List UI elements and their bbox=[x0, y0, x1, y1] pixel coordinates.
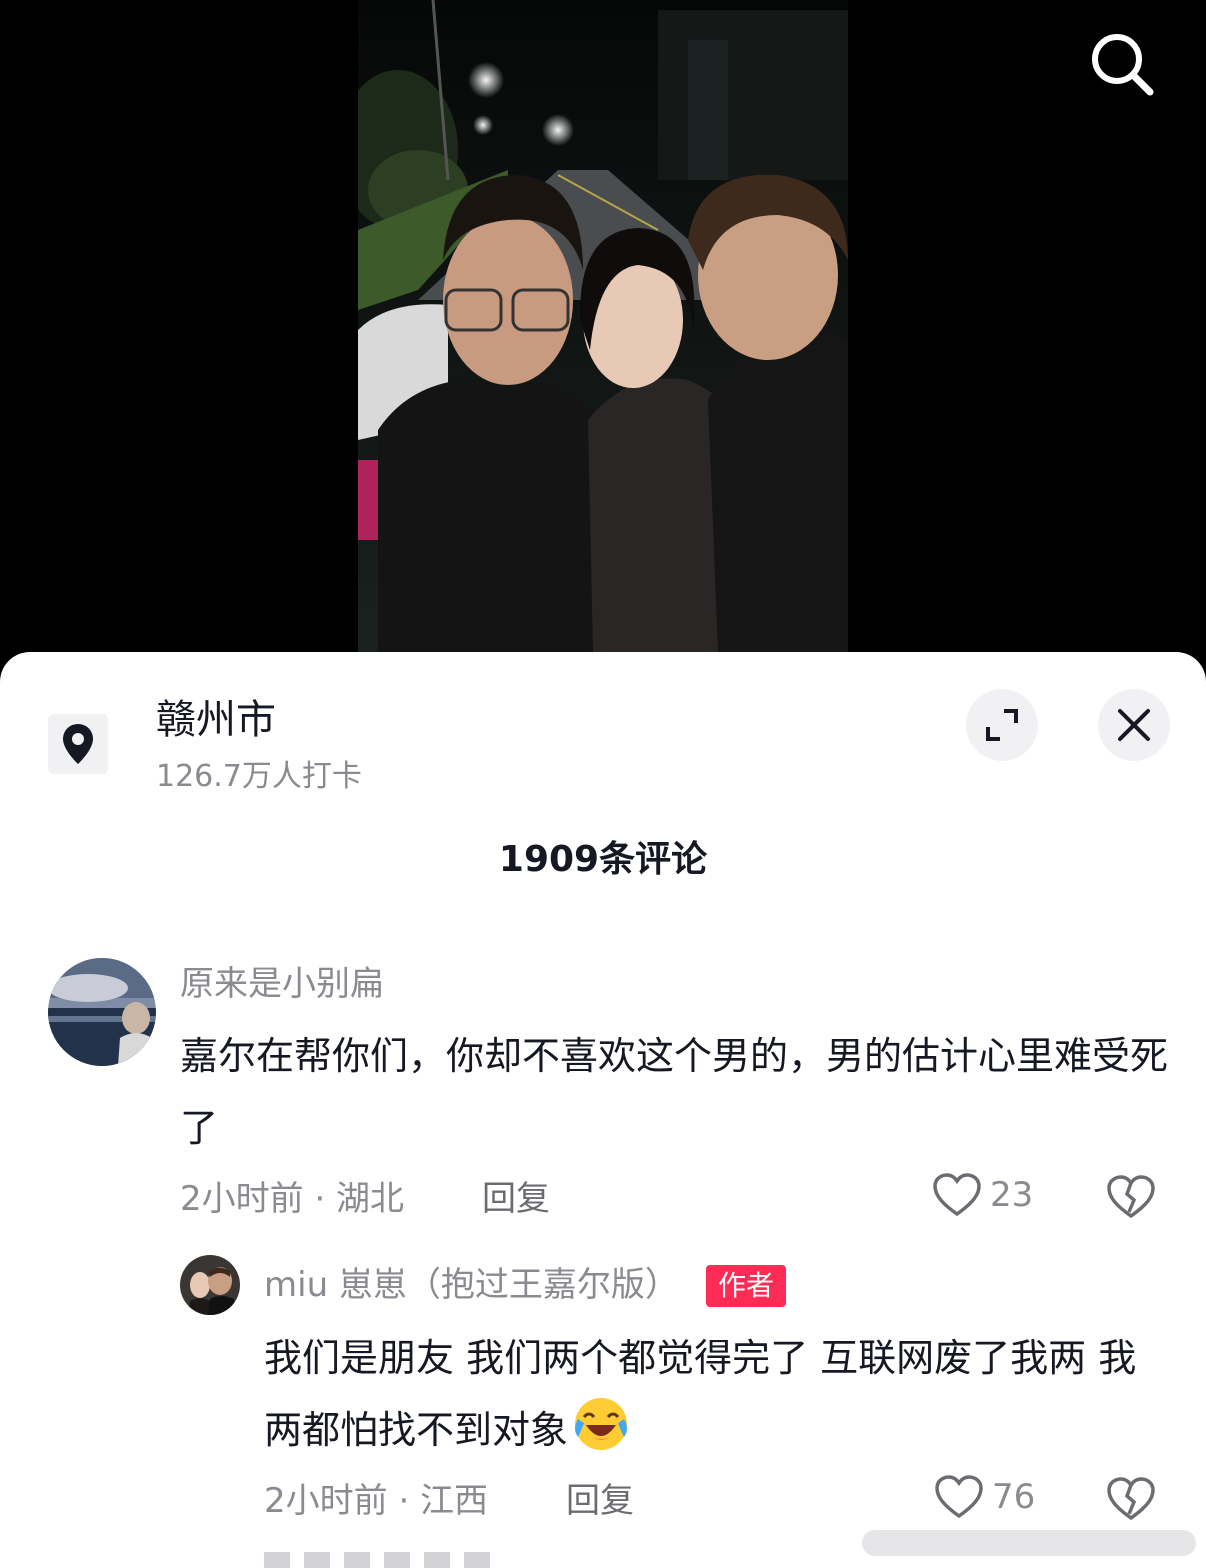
comment-username[interactable]: miu 崽崽（抱过王嘉尔版） bbox=[264, 1262, 679, 1308]
close-button[interactable] bbox=[1098, 689, 1170, 761]
avatar[interactable] bbox=[48, 958, 156, 1066]
author-badge: 作者 bbox=[706, 1265, 787, 1307]
comment-username[interactable]: 原来是小别扁 bbox=[180, 961, 384, 1007]
comment-text: 我们是朋友 我们两个都觉得完了 互联网废了我两 我两都怕找不到对象 bbox=[264, 1322, 1164, 1466]
media-viewer bbox=[0, 0, 1206, 672]
location-checkins: 126.7万人打卡 bbox=[156, 759, 362, 794]
location-pin-icon bbox=[63, 724, 93, 764]
like-button[interactable]: 23 bbox=[932, 1172, 1033, 1218]
comment-meta: 2小时前 · 湖北 bbox=[180, 1179, 405, 1219]
search-button[interactable] bbox=[1086, 28, 1158, 100]
close-icon bbox=[1118, 709, 1150, 741]
like-count: 76 bbox=[992, 1477, 1036, 1517]
location-pin-box[interactable] bbox=[48, 714, 108, 774]
dislike-button[interactable] bbox=[1106, 1476, 1156, 1526]
heart-icon bbox=[933, 1173, 981, 1217]
expand-button[interactable] bbox=[966, 689, 1038, 761]
location-name[interactable]: 赣州市 bbox=[156, 694, 276, 746]
broken-heart-icon bbox=[1107, 1477, 1155, 1521]
search-icon bbox=[1092, 34, 1154, 96]
reply-button[interactable]: 回复 bbox=[566, 1478, 634, 1524]
expand-icon bbox=[986, 709, 1018, 741]
reply-button[interactable]: 回复 bbox=[482, 1176, 550, 1222]
avatar[interactable] bbox=[180, 1255, 240, 1315]
comment-meta: 2小时前 · 江西 bbox=[264, 1481, 489, 1521]
heart-icon bbox=[935, 1475, 983, 1519]
scroll-indicator bbox=[862, 1530, 1196, 1556]
expand-replies-hint[interactable] bbox=[264, 1552, 494, 1568]
laughing-crying-emoji-icon bbox=[575, 1398, 628, 1450]
dislike-button[interactable] bbox=[1106, 1174, 1156, 1224]
like-button[interactable]: 76 bbox=[934, 1474, 1035, 1520]
comment-text-content: 我们是朋友 我们两个都觉得完了 互联网废了我两 我两都怕找不到对象 bbox=[264, 1336, 1137, 1452]
comment-count: 1909条评论 bbox=[498, 839, 708, 880]
post-photo[interactable] bbox=[358, 0, 848, 652]
broken-heart-icon bbox=[1107, 1175, 1155, 1219]
comment-text: 嘉尔在帮你们，你却不喜欢这个男的，男的估计心里难受死了 bbox=[180, 1034, 1169, 1150]
like-count: 23 bbox=[990, 1175, 1034, 1215]
